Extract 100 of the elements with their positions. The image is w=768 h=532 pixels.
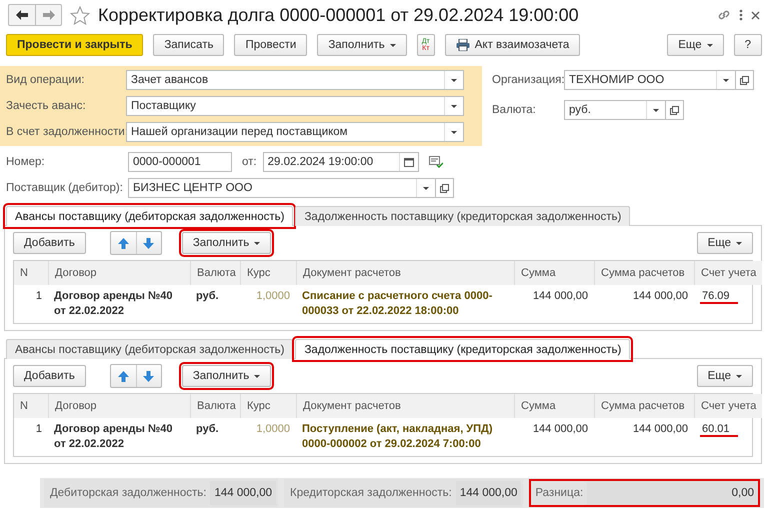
field-label: В счет задолженности: — [6, 126, 126, 138]
table-cell-text: 1,0000 — [255, 289, 291, 304]
document-link[interactable]: Поступление (акт, накладная, УПД) 0000-000002 от 29.02.2024 7:00:00 — [296, 418, 514, 456]
document-check-icon[interactable] — [428, 156, 443, 168]
table-cell-text: 1,0000 — [255, 422, 291, 437]
open-button[interactable] — [736, 70, 754, 90]
back-arrow-icon — [16, 10, 28, 20]
toolbar-button[interactable]: Провести — [234, 34, 308, 56]
forward-arrow-icon — [42, 10, 54, 20]
field-label: Номер: — [6, 156, 46, 168]
select-field[interactable]: Нашей организации перед поставщиком — [126, 122, 464, 142]
close-icon[interactable] — [751, 10, 760, 20]
windows-icon — [440, 184, 449, 192]
column-header: Документ расчетов — [296, 394, 514, 418]
caret-icon — [254, 242, 260, 244]
toolbar-button[interactable]: ? — [734, 34, 762, 56]
down-arrow-icon — [143, 238, 154, 248]
column-header: Сумма — [514, 261, 594, 285]
field-label: Организация: — [492, 74, 564, 86]
tab[interactable]: Авансы поставщику (дебиторская задолженность) — [6, 206, 294, 226]
table-cell: 76.09 — [700, 290, 738, 304]
add-button[interactable]: Добавить — [13, 232, 86, 254]
table-cell: 60.01 — [700, 423, 738, 437]
link-icon[interactable] — [717, 8, 731, 22]
document-link[interactable]: Списание с расчетного счета 0000-000033 от 22.02.2022 18:00:00 — [296, 285, 514, 323]
caret-icon — [451, 130, 457, 134]
tab[interactable]: Авансы поставщику (дебиторская задолженность) — [6, 339, 294, 359]
field-label: от: — [242, 156, 257, 168]
windows-icon — [740, 76, 749, 84]
field-label: Валюта: — [492, 104, 537, 116]
dropdown-button[interactable]: Заполнить — [317, 34, 407, 56]
field-label: Зачесть аванс: — [6, 100, 87, 112]
total-value: 144 000,00 — [210, 481, 276, 505]
column-header: Документ расчетов — [296, 261, 514, 285]
more-button[interactable]: Еще — [696, 365, 753, 387]
caret-icon — [736, 242, 742, 244]
column-header: Сумма расчетов — [594, 394, 694, 418]
table-cell-text: 144 000,00 — [632, 289, 689, 304]
star-icon[interactable] — [70, 6, 90, 24]
total-label: Дебиторская задолженность: — [49, 487, 208, 499]
table-cell-text: руб. — [195, 289, 220, 304]
table-cell-text: 144 000,00 — [632, 422, 689, 437]
table-cell-text: 1 — [34, 422, 43, 437]
table-cell-text: Договор аренды №40 от 22.02.2022 — [53, 422, 174, 452]
caret-icon — [254, 374, 260, 378]
toolbar-button[interactable]: Записать — [153, 34, 224, 56]
open-button[interactable] — [666, 100, 684, 120]
add-button[interactable]: Добавить — [13, 365, 86, 387]
caret-icon — [736, 374, 742, 378]
table-cell-text: 1 — [34, 289, 43, 304]
fill-button[interactable]: Заполнить — [182, 232, 272, 254]
caret-icon — [390, 44, 396, 46]
dropdown-button[interactable]: Еще — [667, 34, 724, 56]
tab[interactable]: Задолженность поставщику (кредиторская задолженность) — [295, 206, 630, 226]
select-field[interactable]: БИЗНЕС ЦЕНТР ООО — [128, 178, 436, 198]
caret-icon — [653, 108, 659, 112]
column-header: Курс — [240, 261, 296, 285]
caret-icon — [706, 44, 713, 46]
select-field[interactable]: руб. — [564, 100, 666, 120]
calendar-icon[interactable] — [404, 157, 414, 167]
caret-icon — [423, 186, 429, 190]
open-button[interactable] — [436, 178, 454, 198]
tab[interactable]: Задолженность поставщику (кредиторская задолженность) — [295, 339, 630, 359]
fill-button[interactable]: Заполнить — [182, 365, 272, 387]
select-field[interactable]: ТЕХНОМИР ООО — [564, 70, 736, 90]
column-header: Валюта — [190, 394, 240, 418]
number-field[interactable]: 0000-000001 — [128, 152, 232, 172]
windows-icon — [670, 106, 679, 114]
total-label: Разница: — [534, 487, 584, 499]
column-header: Договор — [48, 261, 190, 285]
column-header: Счет учета — [694, 261, 762, 285]
column-header: Сумма — [514, 394, 594, 418]
column-header: Счет учета — [694, 394, 762, 418]
table-cell-text: Договор аренды №40 от 22.02.2022 — [53, 289, 174, 319]
menu-icon[interactable] — [739, 9, 743, 21]
field-label: Поставщик (дебитор): — [6, 182, 122, 194]
up-arrow-icon — [118, 238, 129, 248]
date-field[interactable]: 29.02.2024 19:00:00 — [262, 152, 419, 172]
up-arrow-icon — [118, 370, 129, 382]
total-label: Кредиторская задолженность: — [289, 487, 453, 499]
total-value: 144 000,00 — [456, 481, 522, 505]
window-title: Корректировка долга 0000-000001 от 29.02.2024 19:00:00 — [98, 4, 580, 26]
column-header: Валюта — [190, 261, 240, 285]
select-field[interactable]: Поставщику — [126, 96, 464, 116]
total-value: 0,00 — [587, 481, 758, 505]
column-header: N — [14, 394, 48, 418]
column-header: Курс — [240, 394, 296, 418]
table-cell-text: 144 000,00 — [532, 422, 589, 437]
printer-icon — [456, 39, 470, 51]
column-header: Сумма расчетов — [594, 261, 694, 285]
post-and-close-button[interactable]: Провести и закрыть — [6, 34, 144, 56]
caret-icon — [451, 78, 457, 82]
select-field[interactable]: Зачет авансов — [126, 70, 464, 90]
table-cell-text: руб. — [195, 422, 220, 437]
down-arrow-icon — [143, 370, 154, 382]
table-cell-text: 144 000,00 — [532, 289, 589, 304]
caret-icon — [451, 104, 457, 108]
more-button[interactable]: Еще — [696, 232, 753, 254]
caret-icon — [723, 78, 729, 82]
print-button[interactable]: Акт взаимозачета — [444, 34, 580, 56]
